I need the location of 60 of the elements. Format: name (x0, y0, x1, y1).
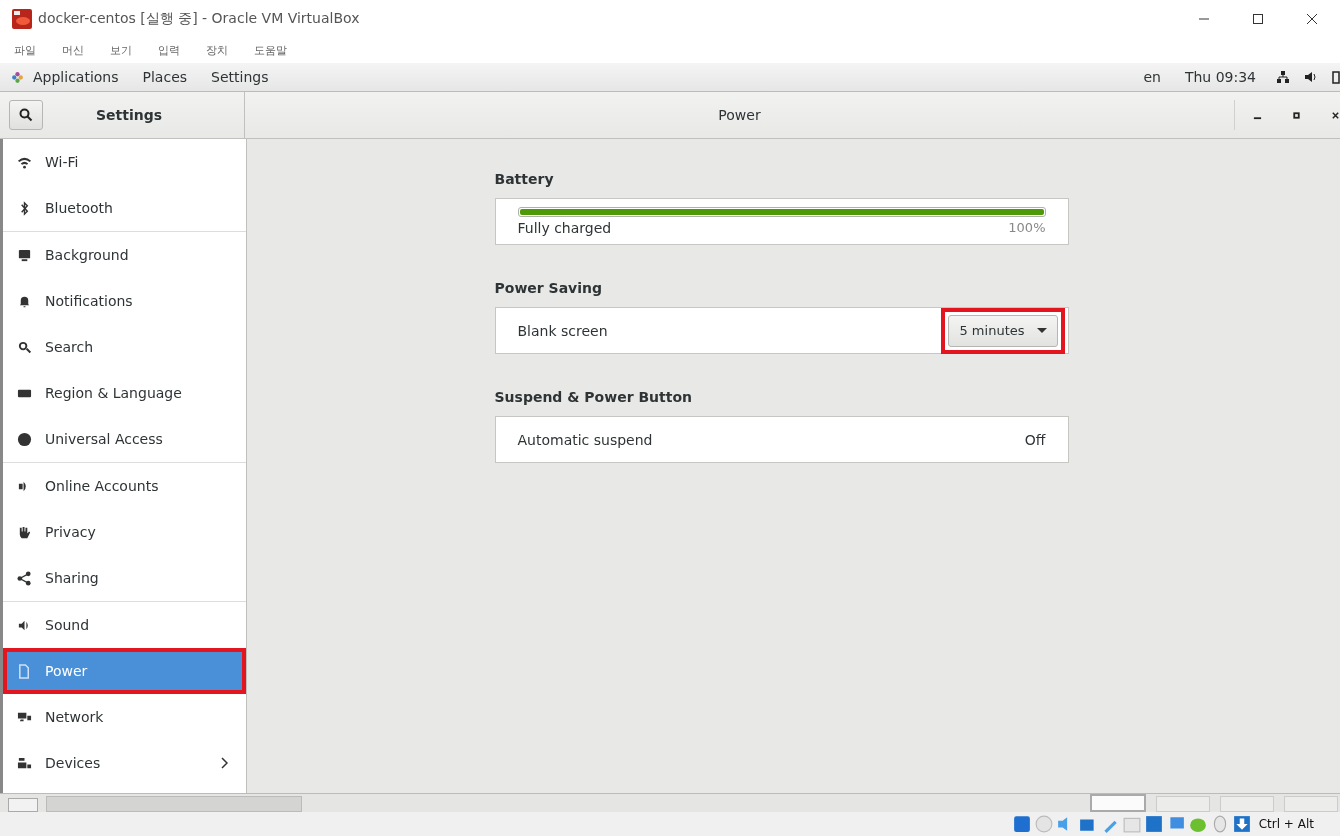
setting-label: Automatic suspend (517, 431, 653, 448)
section-heading: Suspend & Power Button (494, 389, 694, 405)
close-icon[interactable] (1331, 110, 1340, 120)
sidebar-title: Settings (96, 107, 163, 123)
window-title: docker-centos [실행 중] - Oracle VM VirtualBox (38, 10, 360, 28)
close-icon[interactable] (1306, 13, 1318, 25)
sidebar-item[interactable]: Search (3, 324, 246, 370)
section-heading: Battery (494, 171, 555, 187)
menu-item[interactable]: 머신 (62, 43, 84, 58)
monitor-icon (17, 247, 32, 263)
maximize-icon[interactable] (1252, 13, 1264, 25)
menu-item[interactable]: 장치 (206, 43, 228, 58)
setting-value[interactable]: Off (1024, 431, 1046, 448)
caret-icon (1036, 327, 1047, 334)
language-indicator[interactable]: en (1143, 69, 1161, 85)
setting-label: Blank screen (517, 322, 608, 339)
workspace-tile[interactable] (1156, 796, 1210, 812)
workspace-tile[interactable] (1220, 796, 1274, 812)
sidebar-item[interactable]: Devices (3, 740, 246, 786)
sidebar-item[interactable]: Region & Language (3, 370, 246, 416)
sidebar-item[interactable]: Universal Access (3, 416, 246, 462)
section-heading: Power Saving (494, 280, 604, 296)
sidebar-item[interactable]: Online Accounts (3, 463, 246, 509)
search-icon (17, 339, 32, 355)
workspace-tile[interactable] (1284, 796, 1338, 812)
search-icon (19, 108, 33, 122)
display-icon[interactable] (1144, 815, 1163, 833)
sidebar-item[interactable]: Network (3, 694, 246, 740)
download-icon[interactable] (1232, 815, 1251, 833)
sidebar-item[interactable]: Sound (3, 602, 246, 648)
sidebar-item[interactable]: Bluetooth (3, 185, 246, 231)
search-button[interactable] (9, 100, 43, 130)
battery-icon[interactable] (1332, 70, 1340, 84)
top-bar-menu[interactable]: Places (142, 69, 188, 85)
hand-icon (17, 524, 32, 540)
menu-item[interactable]: 파일 (14, 43, 36, 58)
sidebar-item[interactable]: Privacy (3, 509, 246, 555)
menu-item[interactable]: 입력 (158, 43, 180, 58)
top-bar-menu[interactable]: Applications (33, 69, 119, 85)
host-key-label: Ctrl + Alt (1258, 817, 1314, 831)
sidebar-item[interactable]: Notifications (3, 278, 246, 324)
menu-item[interactable]: 보기 (110, 43, 132, 58)
clock[interactable]: Thu 09:34 (1184, 69, 1256, 85)
flower-icon (11, 70, 24, 84)
maximize-icon[interactable] (1292, 110, 1301, 120)
page-title: Power (717, 107, 762, 123)
workspace-tile[interactable] (1090, 794, 1146, 812)
sidebar-item[interactable]: Background (3, 232, 246, 278)
volume-icon[interactable] (1304, 70, 1318, 84)
battery-status: Fully charged (517, 220, 612, 236)
battery-percentage: 100% (1008, 220, 1046, 236)
show-desktop-button[interactable] (8, 798, 38, 812)
sidebar-item[interactable]: Wi-Fi (3, 139, 246, 185)
top-bar-menu[interactable]: Settings (211, 69, 269, 85)
devices-icon (17, 755, 32, 771)
dropdown[interactable]: 5 minutes (948, 314, 1058, 347)
virtualbox-logo (12, 9, 32, 29)
share-icon (17, 570, 32, 586)
sidebar-item[interactable]: Sharing (3, 555, 246, 601)
menu-item[interactable]: 도움말 (254, 43, 287, 58)
